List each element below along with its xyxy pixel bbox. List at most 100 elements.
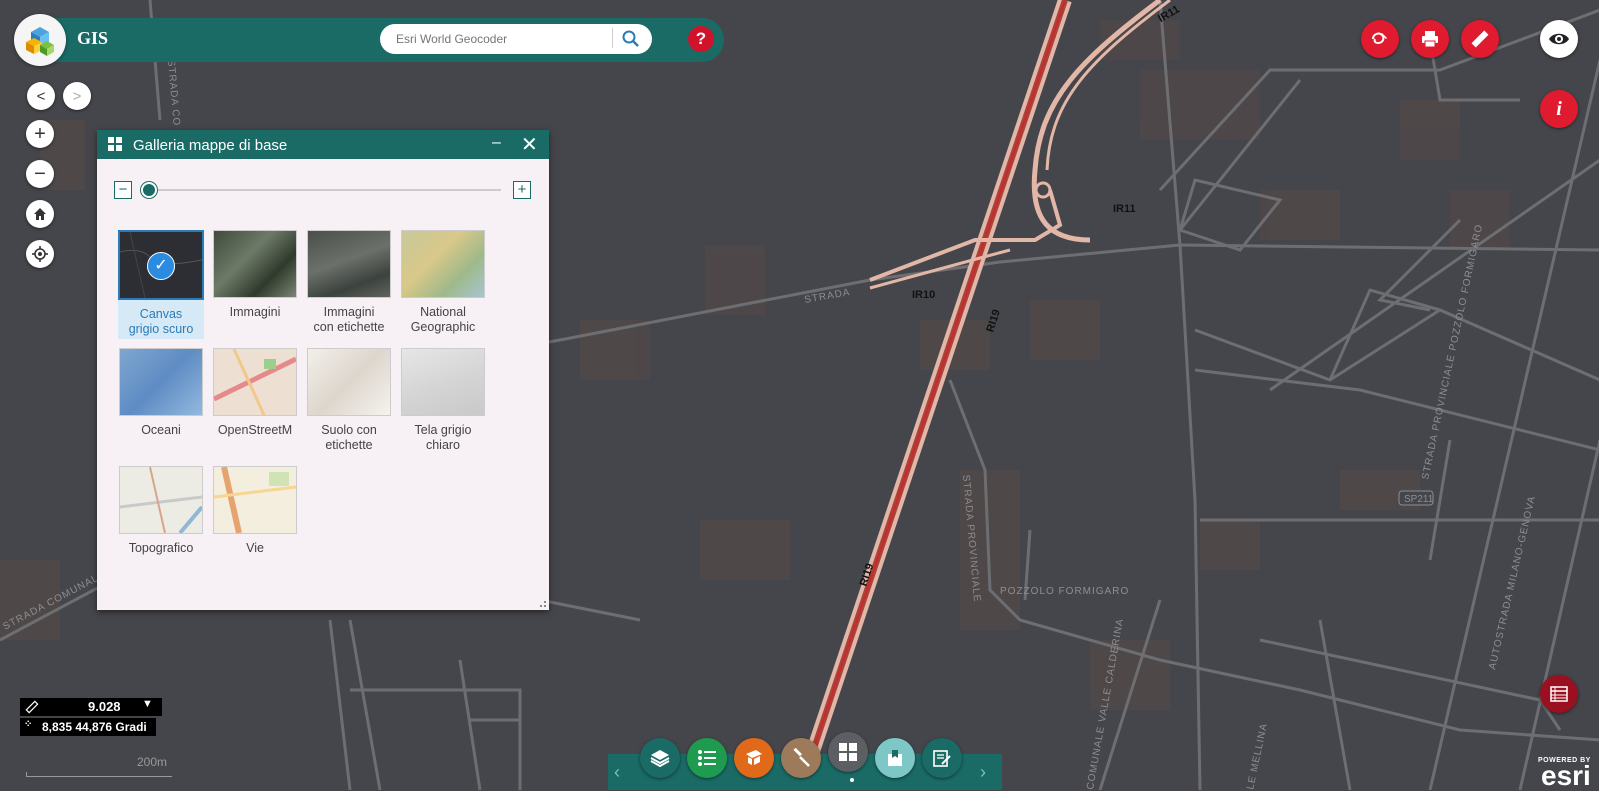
scale-bar-label: 200m [137, 755, 168, 769]
analysis-icon [746, 750, 762, 765]
tile-label-line1: Suolo con [321, 423, 377, 437]
tile-label-line1: OpenStreetM [217, 423, 293, 437]
toolbar-legend-button[interactable] [687, 738, 727, 778]
slider-handle[interactable] [141, 182, 157, 198]
toolbar-prev-icon[interactable]: ‹ [614, 762, 620, 783]
basemap-thumbnail [213, 466, 297, 534]
toolbar-basemap-gallery-button[interactable] [828, 732, 868, 772]
crosshair-icon: ⁘ [24, 719, 33, 730]
close-icon: ✕ [521, 134, 538, 156]
home-icon [34, 208, 46, 220]
home-button[interactable] [26, 200, 54, 228]
toolbar-analysis-button[interactable] [734, 738, 774, 778]
visibility-button[interactable] [1540, 20, 1578, 58]
tile-label-line1: Vie [246, 541, 264, 555]
map-label-ri19-a: RI19 [984, 308, 1003, 334]
draw-icon [1372, 32, 1387, 45]
map-label-sp211: SP211 [1404, 494, 1434, 505]
search-icon [622, 30, 639, 47]
basemap-tile-dark-gray[interactable]: ✓ Canvas grigio scuro [118, 230, 204, 339]
search-divider [612, 28, 613, 48]
ruler-icon [25, 700, 39, 714]
toolbar-next-icon[interactable]: › [980, 762, 986, 783]
esri-attribution[interactable]: POWERED BY esri [1538, 757, 1591, 790]
toolbar-measure-button[interactable] [781, 738, 821, 778]
basemap-tile-light-gray[interactable]: Tela grigio chiaro [400, 348, 486, 453]
toolbar-layers-button[interactable] [640, 738, 680, 778]
basemap-tile-topo[interactable]: Topografico [118, 466, 204, 556]
search-button[interactable] [618, 26, 644, 52]
basemap-tile-streets[interactable]: Vie [212, 466, 298, 556]
basemap-thumbnail [119, 348, 203, 416]
chevron-left-icon: < [36, 87, 46, 105]
basemap-gallery-panel: Galleria mappe di base – ✕ − + ✓ Canvas g… [97, 130, 549, 610]
tile-label-line1: Topografico [128, 541, 194, 555]
search-input[interactable] [394, 28, 618, 50]
basemap-thumbnail [307, 230, 391, 298]
basemap-tile-imagery[interactable]: Immagini [212, 230, 298, 320]
resize-handle-icon[interactable] [537, 598, 547, 608]
tile-label-line1: Immagini [323, 305, 375, 319]
info-button[interactable]: i [1540, 90, 1578, 128]
chevron-right-icon: > [72, 87, 82, 105]
tile-label-line2: con etichette [313, 320, 385, 334]
draw-button[interactable] [1361, 20, 1399, 58]
layers-icon [650, 750, 670, 768]
tile-label-line1: Canvas [139, 307, 183, 321]
edit-icon [933, 750, 951, 767]
panel-header[interactable]: Galleria mappe di base – ✕ [97, 130, 549, 159]
next-extent-button[interactable]: > [63, 82, 91, 110]
basemap-thumbnail [119, 466, 203, 534]
basemap-thumbnail [401, 348, 485, 416]
tile-label-line2: grigio scuro [128, 322, 194, 336]
basemap-thumbnail [401, 230, 485, 298]
help-button[interactable]: ? [688, 26, 714, 52]
measure-icon [793, 748, 810, 767]
coordinates-text: 8,835 44,876 Gradi [42, 720, 147, 734]
scale-bar [26, 772, 172, 777]
grid-icon [108, 137, 122, 151]
map-label-ir10: IR10 [912, 289, 935, 301]
minimize-button[interactable]: – [492, 134, 501, 152]
measure-button[interactable] [1461, 20, 1499, 58]
close-button[interactable]: ✕ [521, 132, 538, 157]
gallery-zoom-in-button[interactable]: + [513, 181, 531, 199]
attribute-table-button[interactable] [1540, 675, 1578, 713]
tile-label-line2: Geographic [410, 320, 476, 334]
tile-label-line2: etichette [325, 438, 373, 452]
table-icon [1550, 686, 1568, 702]
tile-label-line1: National [420, 305, 466, 319]
gallery-zoom-slider[interactable] [149, 189, 501, 191]
locate-icon [32, 246, 48, 262]
coordinate-display: ⁘ 8,835 44,876 Gradi [20, 718, 156, 736]
legend-icon [698, 750, 716, 766]
previous-extent-button[interactable]: < [27, 82, 55, 110]
print-button[interactable] [1411, 20, 1449, 58]
bookmark-icon [888, 750, 902, 766]
print-icon [1422, 31, 1438, 48]
tile-label-line2: chiaro [425, 438, 461, 452]
tile-label-line1: Tela grigio [414, 423, 472, 437]
basemap-tile-imagery-labels[interactable]: Immagini con etichette [306, 230, 392, 335]
locate-button[interactable] [26, 240, 54, 268]
scale-value: 9.028 [88, 699, 121, 714]
basemap-tile-osm[interactable]: OpenStreetM [212, 348, 298, 438]
toolbar-edit-button[interactable] [922, 738, 962, 778]
gallery-zoom-out-button[interactable]: − [114, 181, 132, 199]
basemap-thumbnail: ✓ [118, 230, 204, 300]
map-label-ir11-mid: IR11 [1113, 203, 1136, 215]
basemap-tile-oceans[interactable]: Oceani [118, 348, 204, 438]
zoom-out-button[interactable]: − [26, 160, 54, 188]
checkmark-icon: ✓ [147, 252, 175, 280]
basemap-tile-terrain[interactable]: Suolo con etichette [306, 348, 392, 453]
eye-icon [1549, 33, 1569, 45]
zoom-in-button[interactable]: + [26, 120, 54, 148]
map-label-strada-co: STRADA CO [165, 59, 182, 127]
basemap-tile-natgeo[interactable]: National Geographic [400, 230, 486, 335]
scale-control[interactable]: 9.028 ▼ [20, 698, 162, 716]
chevron-down-icon[interactable]: ▼ [142, 698, 153, 710]
toolbar-bookmark-button[interactable] [875, 738, 915, 778]
toolbar-page-indicator [850, 778, 854, 782]
info-icon: i [1556, 97, 1562, 120]
basemap-thumbnail [213, 348, 297, 416]
